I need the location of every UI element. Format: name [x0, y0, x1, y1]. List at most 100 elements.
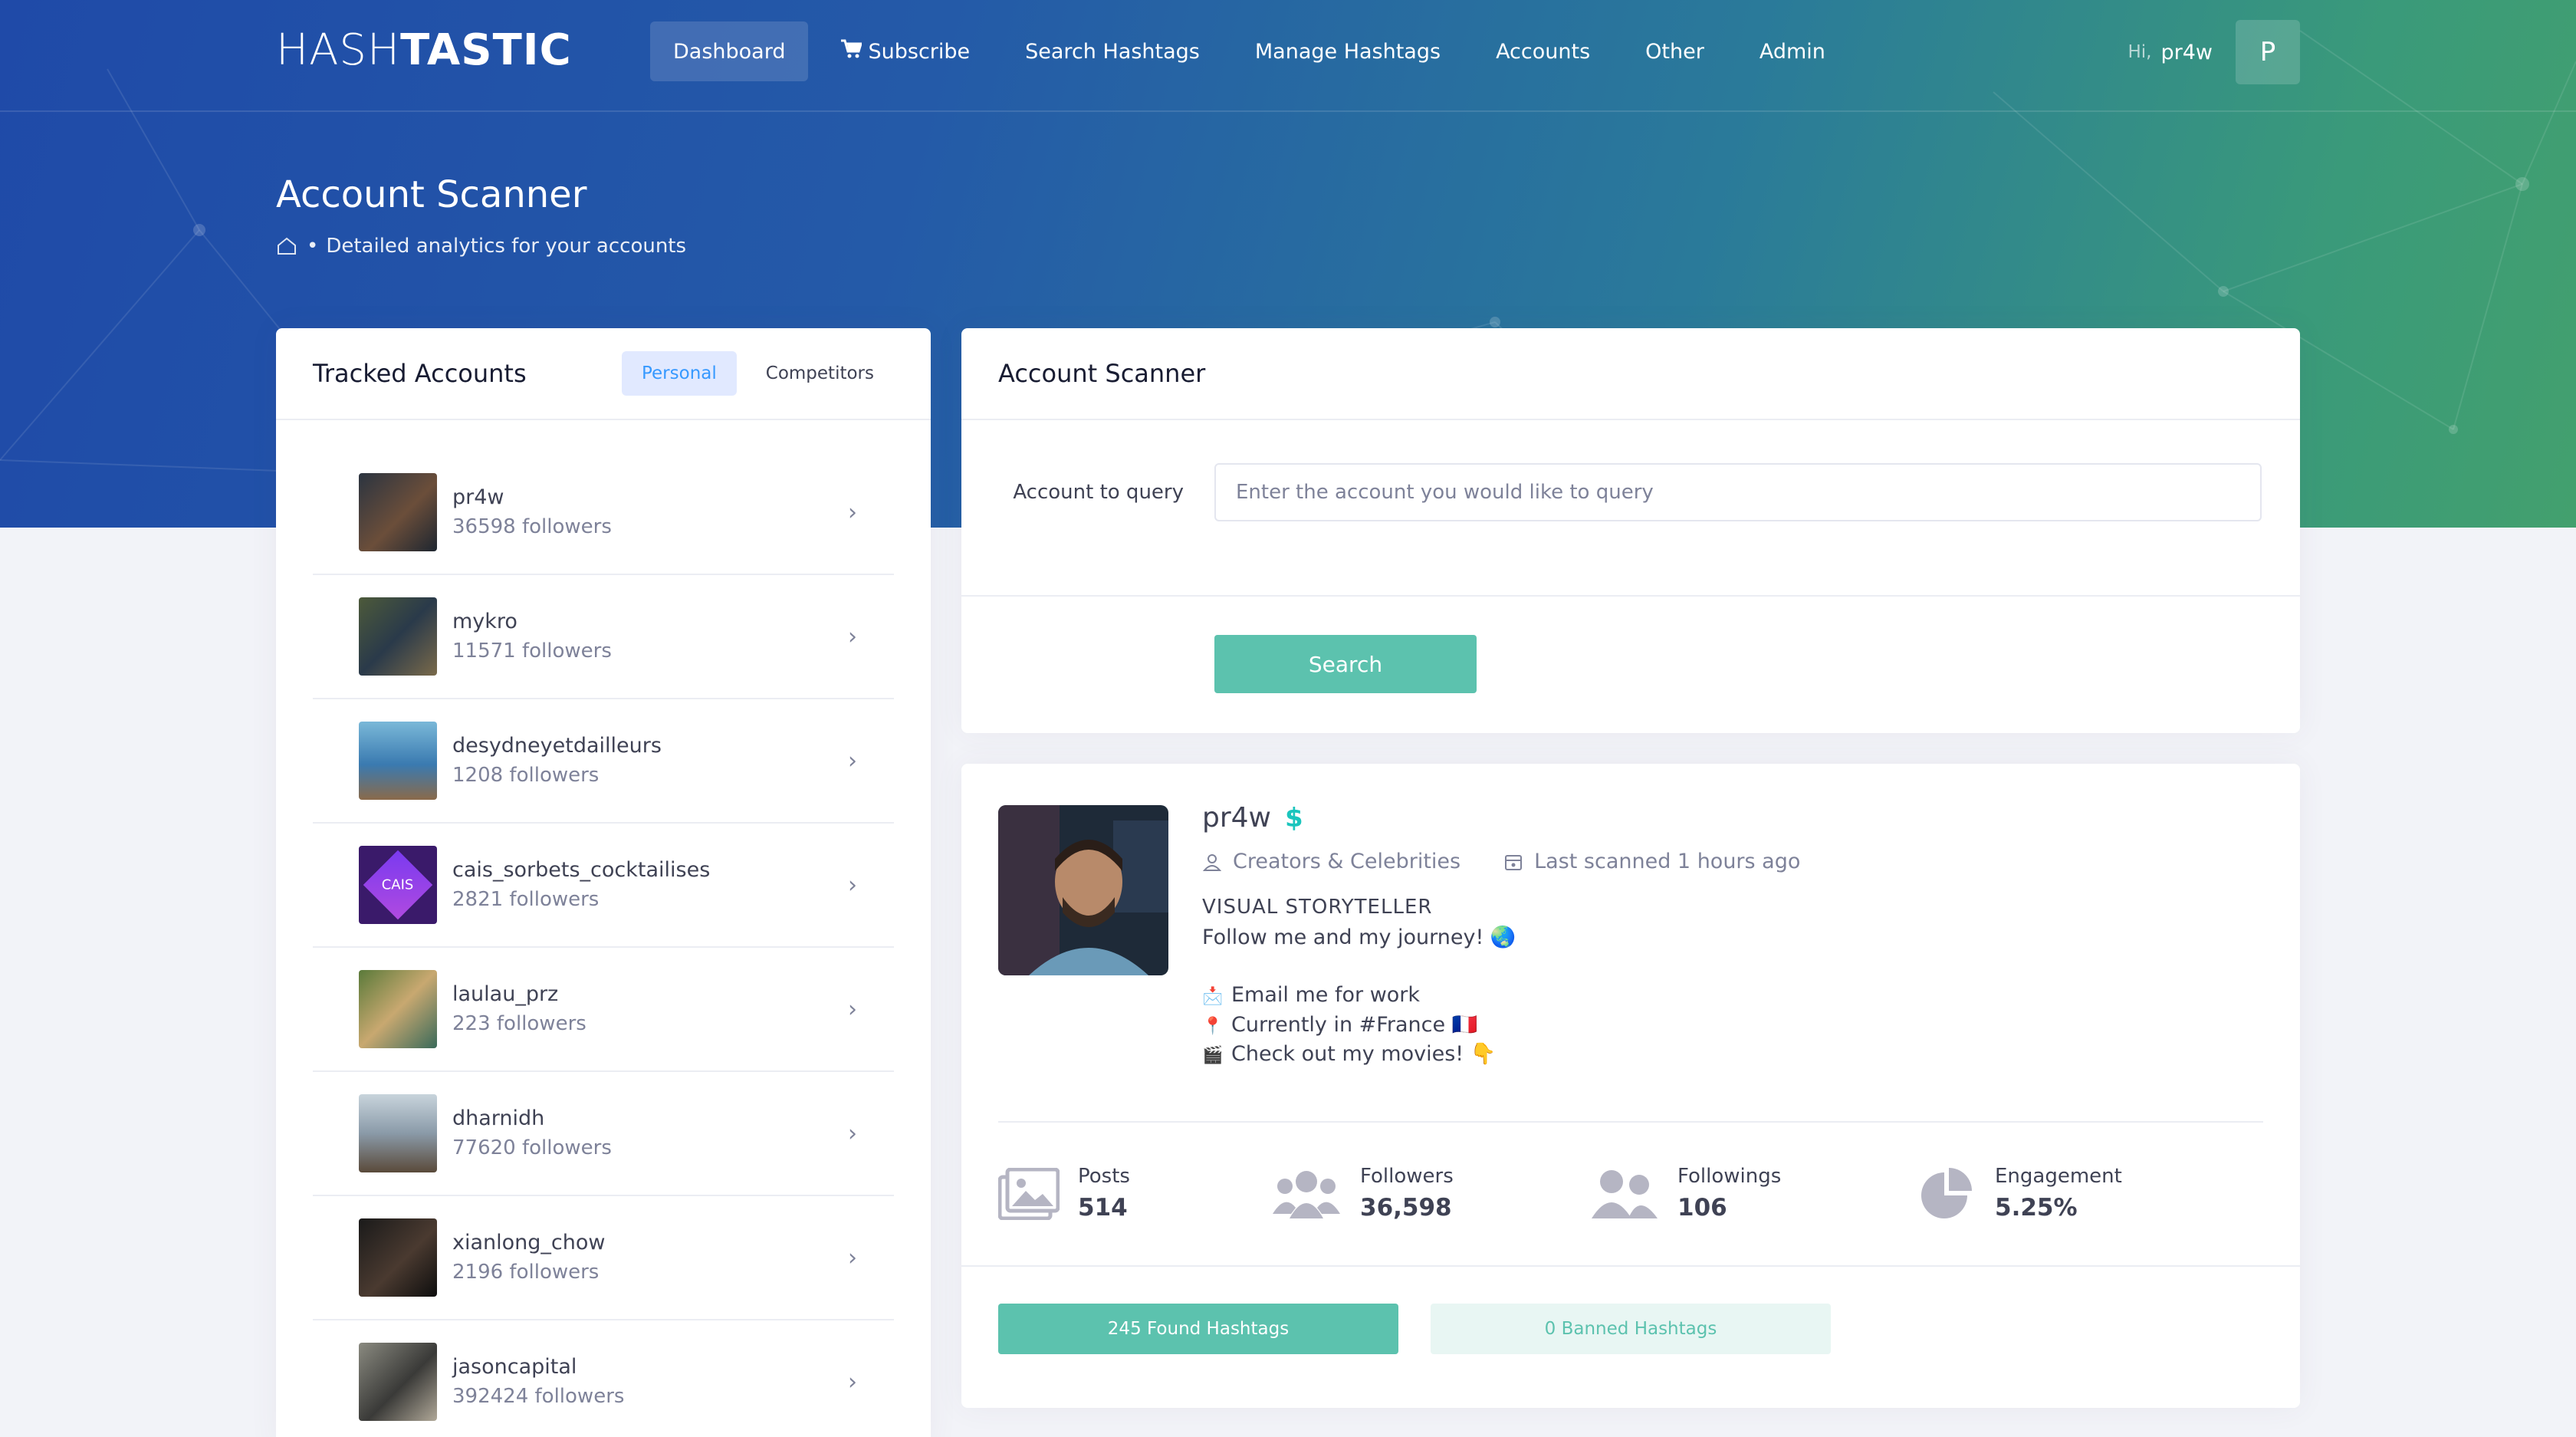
- bio-line-text: Check out my movies! 👇: [1231, 1042, 1497, 1066]
- nav-dashboard[interactable]: Dashboard: [650, 21, 809, 81]
- chevron-right-icon: ›: [848, 995, 857, 1023]
- account-followers: 223 followers: [452, 1012, 586, 1035]
- chevron-right-icon: ›: [848, 1120, 857, 1147]
- chevron-right-icon: ›: [848, 871, 857, 899]
- main-nav: Dashboard Subscribe Search Hashtags Mana…: [650, 21, 1858, 81]
- profile-result-card: pr4w $ Creators & Celebrities Last scann…: [961, 764, 2300, 1408]
- nav-subscribe[interactable]: Subscribe: [817, 21, 993, 81]
- account-followers: 1208 followers: [452, 764, 600, 787]
- chevron-right-icon: ›: [848, 1244, 857, 1271]
- bio-line: 🎬 Check out my movies! 👇: [1202, 1041, 1496, 1066]
- list-item[interactable]: dharnidh 77620 followers ›: [313, 1072, 894, 1196]
- account-avatar: [359, 1218, 437, 1297]
- user-outline-icon: [1202, 853, 1222, 871]
- home-icon[interactable]: [276, 235, 297, 257]
- stat-value: 106: [1677, 1194, 1727, 1222]
- account-avatar: [359, 473, 437, 551]
- cart-icon: [840, 39, 863, 64]
- page-subtitle: Detailed analytics for your accounts: [326, 235, 687, 258]
- dollar-icon: $: [1285, 802, 1303, 834]
- bio-title: VISUAL STORYTELLER: [1202, 896, 1433, 919]
- account-scanner-header: Account Scanner: [961, 328, 2300, 420]
- chevron-right-icon: ›: [848, 623, 857, 650]
- stat-label: Posts: [1078, 1165, 1130, 1188]
- nav-accounts[interactable]: Accounts: [1473, 21, 1613, 81]
- account-avatar: [359, 1343, 437, 1421]
- list-item[interactable]: laulau_prz 223 followers ›: [313, 948, 894, 1072]
- stat-value: 5.25%: [1995, 1194, 2078, 1222]
- tab-personal[interactable]: Personal: [621, 351, 737, 396]
- user-name: pr4w: [2160, 40, 2213, 64]
- account-name: jasoncapital: [452, 1355, 577, 1379]
- account-name: desydneyetdailleurs: [452, 734, 662, 758]
- logo-text-light: HASH: [276, 25, 401, 75]
- user-menu[interactable]: Hi, pr4w P: [2128, 20, 2300, 84]
- account-scanner-title: Account Scanner: [998, 359, 1206, 388]
- breadcrumb: • Detailed analytics for your accounts: [276, 235, 686, 258]
- nav-other[interactable]: Other: [1622, 21, 1727, 81]
- chevron-right-icon: ›: [848, 1368, 857, 1396]
- account-name: dharnidh: [452, 1107, 545, 1130]
- bio-line-text: Currently in #France 🇫🇷: [1231, 1013, 1478, 1037]
- list-item[interactable]: mykro 11571 followers ›: [313, 575, 894, 699]
- banned-hashtags-button[interactable]: 0 Banned Hashtags: [1431, 1304, 1831, 1354]
- account-query-label: Account to query: [1013, 481, 1184, 504]
- profile-last-scanned: Last scanned 1 hours ago: [1503, 850, 1800, 873]
- stat-value: 514: [1078, 1194, 1128, 1222]
- users-icon: [1273, 1171, 1340, 1218]
- stat-posts: Posts 514: [998, 1162, 1130, 1225]
- stat-label: Followings: [1677, 1165, 1782, 1188]
- user-avatar[interactable]: P: [2236, 20, 2300, 84]
- account-avatar: CAIS: [359, 846, 437, 924]
- stat-engagement: Engagement 5.25%: [1918, 1162, 2122, 1225]
- tab-competitors[interactable]: Competitors: [746, 351, 894, 396]
- search-button[interactable]: Search: [1214, 635, 1477, 693]
- bio-line: 📍 Currently in #France 🇫🇷: [1202, 1012, 1477, 1037]
- tracked-accounts-header: Tracked Accounts Personal Competitors: [276, 328, 931, 420]
- stat-followings: Followings 106: [1590, 1162, 1781, 1225]
- stat-label: Engagement: [1995, 1165, 2122, 1188]
- bio-line-text: Email me for work: [1231, 983, 1421, 1007]
- account-avatar: [359, 722, 437, 800]
- tracked-accounts-card: Tracked Accounts Personal Competitors pr…: [276, 328, 931, 1437]
- nav-label: Dashboard: [673, 39, 786, 64]
- tracked-accounts-list: pr4w 36598 followers › mykro 11571 followe…: [276, 420, 931, 1437]
- nav-manage-hashtags[interactable]: Manage Hashtags: [1232, 21, 1464, 81]
- account-type-tabs: Personal Competitors: [621, 351, 894, 396]
- app-logo[interactable]: HASHTASTIC: [276, 26, 572, 75]
- profile-category: Creators & Celebrities: [1202, 850, 1460, 873]
- nav-search-hashtags[interactable]: Search Hashtags: [1002, 21, 1223, 81]
- nav-label: Search Hashtags: [1025, 39, 1200, 64]
- profile-name-row: pr4w $: [1202, 802, 1303, 834]
- bio-line: 📩 Email me for work: [1202, 983, 1420, 1007]
- images-icon: [998, 1168, 1060, 1220]
- category-label: Creators & Celebrities: [1233, 850, 1461, 873]
- chevron-right-icon: ›: [848, 498, 857, 526]
- account-followers: 392424 followers: [452, 1385, 625, 1408]
- list-item[interactable]: CAIS cais_sorbets_cocktailises 2821 follo…: [313, 824, 894, 948]
- divider: [961, 595, 2300, 597]
- account-query-input[interactable]: [1214, 463, 2262, 521]
- account-avatar: [359, 970, 437, 1048]
- cais-logo: CAIS: [363, 850, 433, 920]
- stat-value: 36,598: [1360, 1194, 1452, 1222]
- account-avatar: [359, 597, 437, 676]
- account-name: mykro: [452, 610, 518, 633]
- account-name: pr4w: [452, 485, 504, 509]
- nav-label: Accounts: [1496, 39, 1591, 64]
- list-item[interactable]: jasoncapital 392424 followers ›: [313, 1320, 894, 1437]
- nav-admin[interactable]: Admin: [1737, 21, 1848, 81]
- logo-text-bold: TASTIC: [400, 25, 572, 75]
- top-navbar: HASHTASTIC Dashboard Subscribe Search Ha…: [0, 0, 2576, 112]
- list-item[interactable]: xianlong_chow 2196 followers ›: [313, 1196, 894, 1320]
- list-item[interactable]: pr4w 36598 followers ›: [313, 451, 894, 575]
- breadcrumb-separator: •: [307, 235, 319, 258]
- found-hashtags-button[interactable]: 245 Found Hashtags: [998, 1304, 1398, 1354]
- account-query-row: Account to query: [961, 459, 2300, 526]
- account-followers: 2196 followers: [452, 1261, 600, 1284]
- stat-followers: Followers 36,598: [1271, 1162, 1454, 1225]
- list-item[interactable]: desydneyetdailleurs 1208 followers ›: [313, 699, 894, 824]
- user-friends-icon: [1592, 1170, 1658, 1218]
- tracked-accounts-title: Tracked Accounts: [313, 359, 527, 388]
- account-followers: 77620 followers: [452, 1136, 612, 1159]
